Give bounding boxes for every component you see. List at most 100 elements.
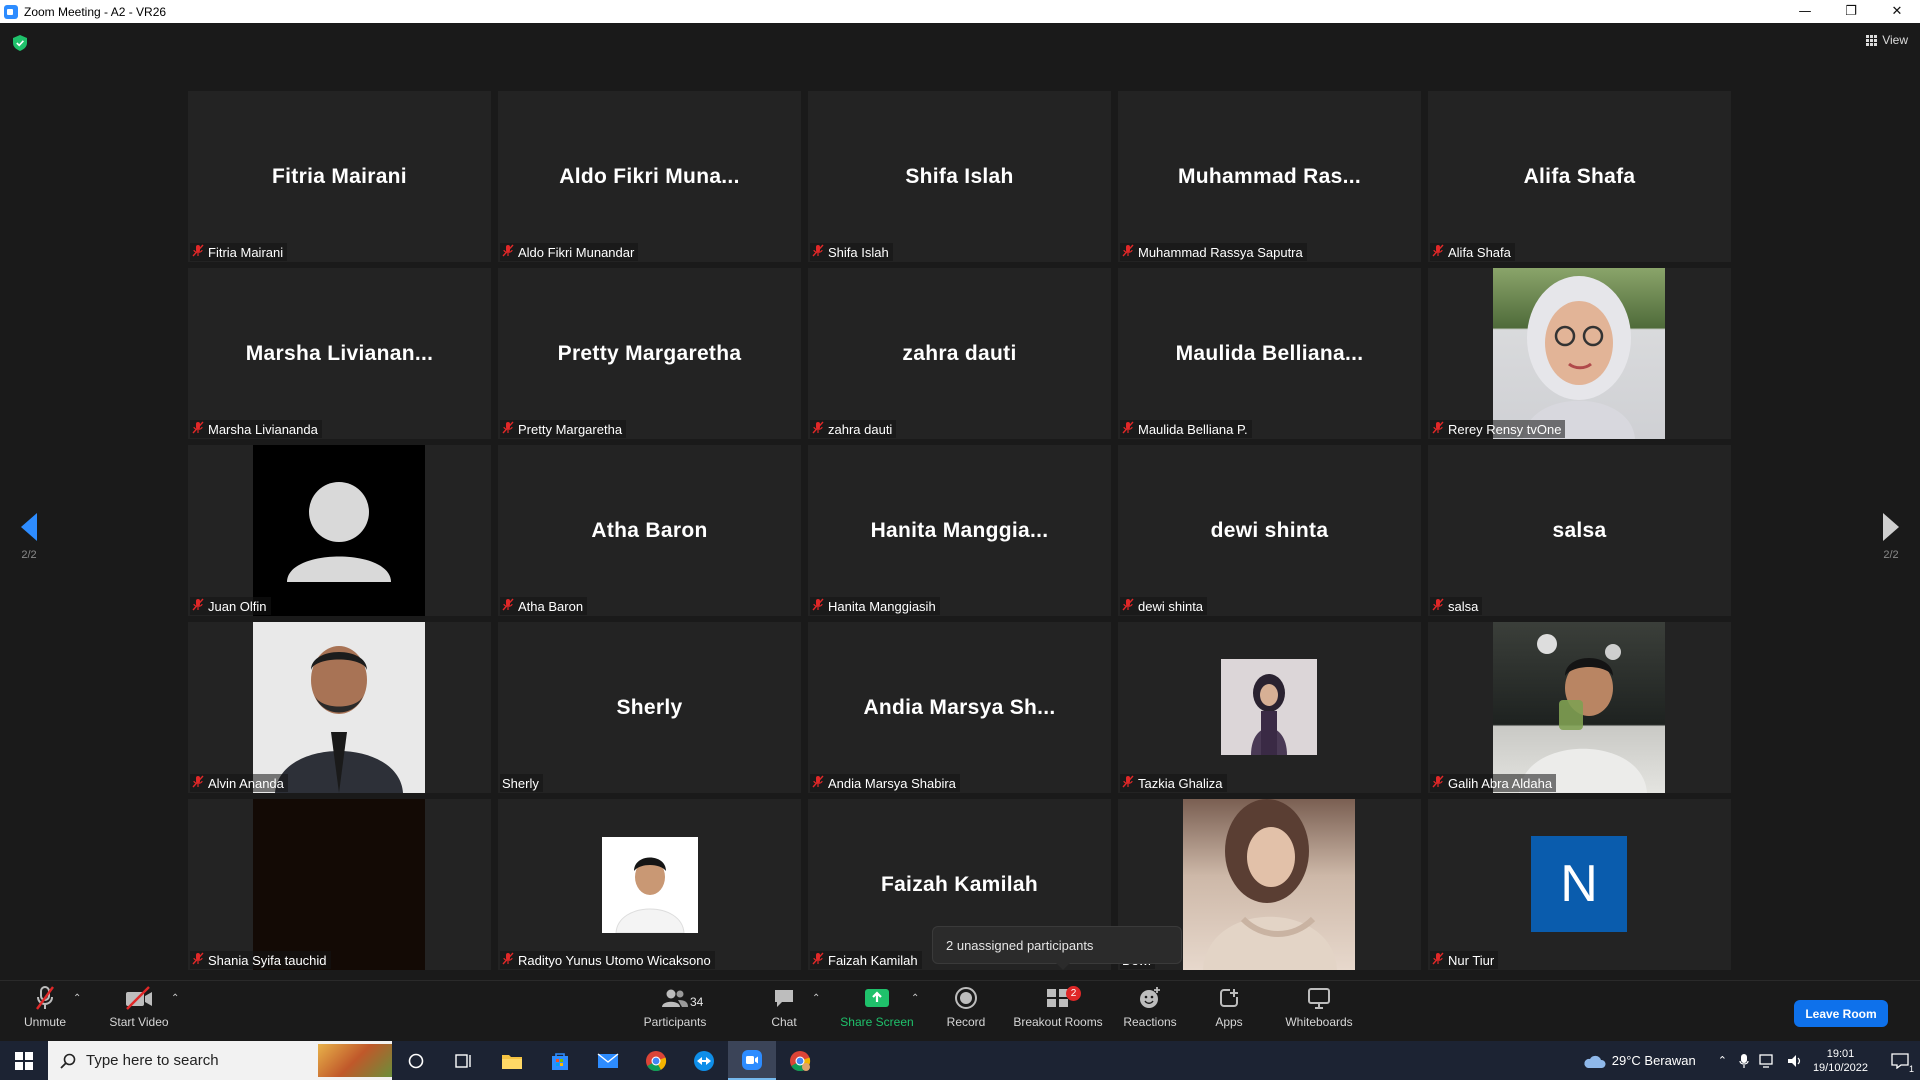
participant-display-name: Faizah Kamilah [880,872,1039,896]
previous-page-button[interactable]: 2/2 [4,513,54,561]
taskbar-clock[interactable]: 19:01 19/10/2022 [1813,1047,1868,1075]
microsoft-store-button[interactable] [536,1041,584,1080]
participant-tile[interactable]: zahra dauti zahra dauti [808,268,1111,439]
close-icon[interactable]: ✕ [1874,0,1920,23]
weather-text[interactable]: 29°C Berawan [1612,1053,1696,1068]
participant-tile[interactable]: dewi shinta dewi shinta [1118,445,1421,616]
next-page-button[interactable]: 2/2 [1866,513,1916,561]
share-options-caret-icon[interactable]: ⌃ [911,993,919,1004]
page-indicator-right: 2/2 [1883,549,1899,561]
breakout-rooms-button[interactable]: 2 Breakout Rooms [1013,983,1103,1029]
video-options-caret-icon[interactable]: ⌃ [171,993,179,1004]
share-screen-button[interactable]: Share Screen [840,983,914,1029]
participant-grid: Fitria Mairani Fitria Mairani Aldo Fikri M… [188,91,1734,970]
show-hidden-icons-caret-icon[interactable]: ⌃ [1718,1054,1727,1067]
view-label: View [1882,33,1908,47]
participant-tile[interactable]: Hanita Manggia... Hanita Manggiasih [808,445,1111,616]
participant-name: Shifa Islah [828,244,889,260]
participant-name-label: Radityo Yunus Utomo Wicaksono [500,951,715,969]
zoom-taskbar-button[interactable] [728,1041,776,1080]
window-title-bar: Zoom Meeting - A2 - VR26 — ❐ ✕ [0,0,1920,23]
apps-button[interactable]: Apps [1211,983,1247,1029]
record-button[interactable]: Record [945,983,987,1029]
grid-view-icon [1866,34,1878,46]
task-view-button[interactable] [440,1041,488,1080]
reactions-button[interactable]: Reactions [1120,983,1180,1029]
mic-muted-icon [1432,244,1444,260]
participants-icon [661,983,689,1013]
microphone-tray-icon[interactable] [1739,1053,1749,1069]
unmute-button[interactable]: Unmute [20,983,70,1029]
participant-name: Muhammad Rassya Saputra [1138,244,1303,260]
participant-display-name: Pretty Margaretha [557,341,742,365]
clock-date: 19/10/2022 [1812,1061,1868,1074]
chrome-profile-button[interactable] [776,1041,824,1080]
participant-name-label: Nur Tiur [1430,951,1499,969]
chat-button[interactable]: Chat [763,983,805,1029]
share-screen-icon [864,983,890,1013]
participant-video [1493,268,1665,439]
participant-tile[interactable]: Radityo Yunus Utomo Wicaksono [498,799,801,970]
audio-options-caret-icon[interactable]: ⌃ [73,993,81,1004]
participant-name: Fitria Mairani [208,244,284,260]
participant-tile[interactable]: Muhammad Ras... Muhammad Rassya Saputra [1118,91,1421,262]
participant-video [253,622,425,793]
mail-button[interactable] [584,1041,632,1080]
security-shield-icon[interactable] [13,35,27,51]
mail-icon [597,1052,619,1068]
participant-tile[interactable]: Atha Baron Atha Baron [498,445,801,616]
whiteboards-button[interactable]: Whiteboards [1283,983,1355,1029]
chrome-button[interactable] [632,1041,680,1080]
video-off-icon [124,983,154,1013]
start-video-button[interactable]: Start Video [104,983,174,1029]
leave-room-button[interactable]: Leave Room [1794,1000,1888,1027]
participant-tile[interactable]: Fitria Mairani Fitria Mairani [188,91,491,262]
zoom-icon [742,1049,762,1070]
minimize-icon[interactable]: — [1782,0,1828,23]
record-label: Record [946,1015,986,1029]
participant-tile[interactable]: Tazkia Ghaliza [1118,622,1421,793]
restore-icon[interactable]: ❐ [1828,0,1874,23]
participant-tile[interactable]: Rerey Rensy tvOne [1428,268,1731,439]
system-tray: 29°C Berawan ⌃ 19:01 19/10/2022 1 [1582,1041,1920,1080]
participant-tile[interactable]: Sherly Sherly [498,622,801,793]
cortana-button[interactable] [392,1041,440,1080]
participant-video [602,837,698,934]
participant-name-label: salsa [1430,597,1483,615]
participant-tile[interactable]: Andia Marsya Sh... Andia Marsya Shabira [808,622,1111,793]
smiley-plus-icon [1138,983,1162,1013]
mic-muted-icon [192,598,204,614]
participant-tile[interactable]: salsa salsa [1428,445,1731,616]
participant-tile[interactable]: Marsha Livianan... Marsha Livianandа [188,268,491,439]
participant-tile[interactable]: Galih Abra Aldaha [1428,622,1731,793]
participant-tile[interactable]: Pretty Margaretha Pretty Margaretha [498,268,801,439]
file-explorer-button[interactable] [488,1041,536,1080]
participants-button[interactable]: 34 Participants [640,983,710,1029]
chrome-profile-icon [790,1050,811,1071]
breakout-rooms-badge: 2 [1066,986,1081,1001]
participant-tile[interactable]: Juan Olfin [188,445,491,616]
taskbar-search-box[interactable]: Type here to search [48,1041,392,1080]
teamviewer-button[interactable] [680,1041,728,1080]
mic-muted-icon [502,244,514,260]
participant-display-name: Andia Marsya Sh... [863,695,1056,719]
volume-icon[interactable] [1787,1054,1803,1068]
chat-options-caret-icon[interactable]: ⌃ [812,993,820,1004]
participant-name: Alvin Ananda [208,775,284,791]
whiteboards-label: Whiteboards [1285,1015,1353,1029]
participant-tile[interactable]: N Nur Tiur [1428,799,1731,970]
participant-tile[interactable]: Shania Syifa tauchid [188,799,491,970]
action-center-button[interactable]: 1 [1880,1041,1920,1080]
windows-start-button[interactable] [0,1041,48,1080]
share-screen-label: Share Screen [840,1015,914,1029]
participant-count: 34 [690,995,704,1009]
participant-tile[interactable]: Alvin Ananda [188,622,491,793]
participant-tile[interactable]: Maulida Belliana... Maulida Belliana P. [1118,268,1421,439]
view-button[interactable]: View [1866,33,1908,47]
network-icon[interactable] [1759,1053,1777,1068]
participant-display-name: zahra dauti [902,341,1017,365]
participant-tile[interactable]: Alifa Shafa Alifa Shafa [1428,91,1731,262]
participant-tile[interactable]: Aldo Fikri Muna... Aldo Fikri Munandar [498,91,801,262]
apps-label: Apps [1215,1015,1243,1029]
participant-tile[interactable]: Shifa Islah Shifa Islah [808,91,1111,262]
